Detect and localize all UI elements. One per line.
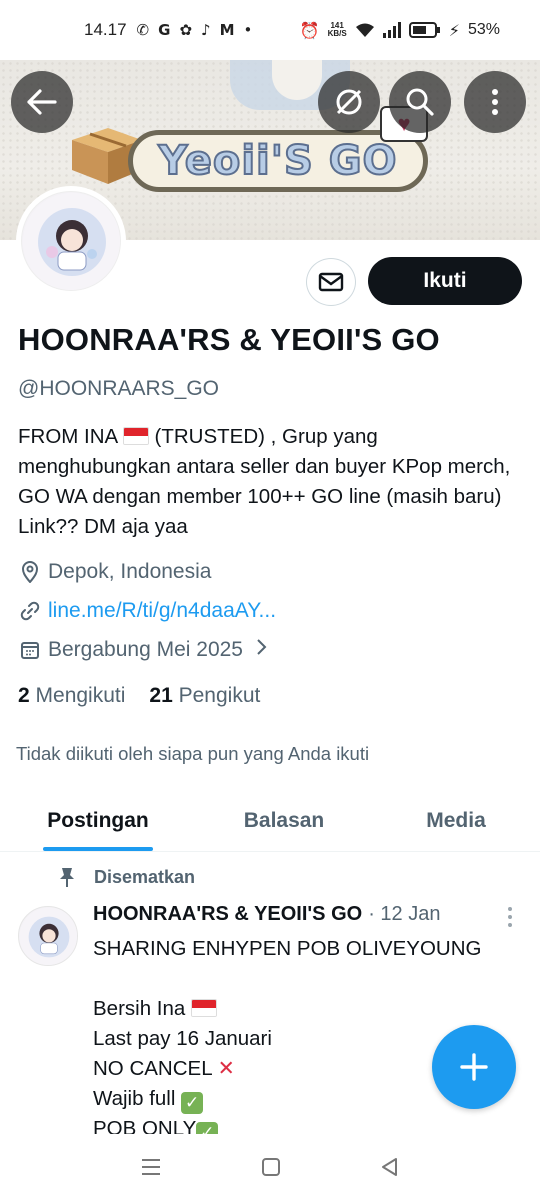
check-mark-icon: ✓ — [181, 1092, 204, 1114]
pinned-label: Disematkan — [58, 866, 195, 888]
follow-stats: 2 Mengikuti 21 Pengikut — [18, 684, 260, 708]
bio-text-1: FROM INA — [18, 425, 118, 448]
active-tab-indicator — [43, 847, 153, 851]
post-header: HOONRAA'RS & YEOII'S GO · 12 Jan — [93, 903, 440, 926]
profile-avatar[interactable] — [16, 186, 126, 296]
status-time: 14.17 — [84, 20, 127, 39]
plus-icon — [460, 1053, 488, 1081]
chevron-right-icon — [255, 638, 267, 662]
following-stat[interactable]: 2 Mengikuti — [18, 684, 125, 708]
grok-icon — [336, 89, 362, 115]
home-icon[interactable] — [261, 1157, 281, 1177]
tab-balasan[interactable]: Balasan — [196, 790, 372, 851]
more-vertical-icon — [492, 89, 498, 115]
post-more-icon[interactable] — [504, 905, 516, 929]
followers-stat[interactable]: 21 Pengikut — [149, 684, 260, 708]
tab-postingan[interactable]: Postingan — [0, 790, 196, 851]
tiktok-icon: ♪ — [201, 21, 211, 39]
back-nav-icon[interactable] — [380, 1157, 400, 1177]
message-button[interactable] — [306, 258, 356, 306]
arrow-left-icon — [27, 89, 57, 115]
avatar-image — [21, 191, 121, 291]
indonesia-flag-icon — [191, 999, 218, 1017]
search-button[interactable] — [389, 71, 451, 133]
profile-link-row: line.me/R/ti/g/n4daaAY... — [18, 599, 276, 623]
indonesia-flag-icon — [122, 427, 149, 445]
google-icon: G — [158, 21, 171, 39]
net-speed: 141 KB/S — [327, 21, 347, 38]
dot-icon: • — [243, 21, 253, 39]
charging-icon: ⚡ — [448, 20, 460, 40]
profile-location: Depok, Indonesia — [18, 560, 211, 584]
location-pin-icon — [18, 560, 42, 584]
status-bar: 14.17 ✆ G ✿ ♪ M • ⏰ 141 KB/S ⚡ 53% — [0, 0, 540, 60]
gmail-icon: M — [219, 21, 235, 39]
banner-logo-text: Yeoii'S GO — [157, 137, 398, 185]
joined-text: Bergabung Mei 2025 — [48, 638, 243, 661]
post-author-avatar[interactable] — [18, 906, 78, 966]
wifi-icon — [355, 23, 374, 37]
profile-tabs: Postingan Balasan Media — [0, 790, 540, 852]
location-text: Depok, Indonesia — [48, 560, 212, 583]
envelope-icon — [318, 272, 344, 292]
alarm-icon: ⏰ — [299, 20, 320, 40]
link-icon — [18, 599, 42, 623]
clover-icon: ✿ — [179, 21, 193, 39]
not-followed-note: Tidak diikuti oleh siapa pun yang Anda i… — [16, 743, 370, 764]
signal-icon — [382, 22, 401, 38]
grok-button[interactable] — [318, 71, 380, 133]
post-avatar-illustration — [19, 907, 77, 965]
battery-icon — [408, 22, 440, 38]
profile-link[interactable]: line.me/R/ti/g/n4daaAY... — [48, 599, 276, 623]
follow-button[interactable]: Ikuti — [368, 257, 522, 305]
cross-mark-icon: ✕ — [217, 1057, 235, 1080]
whatsapp-icon: ✆ — [136, 21, 150, 39]
search-icon — [406, 88, 434, 116]
profile-name: HOONRAA'RS & YEOII'S GO — [18, 322, 440, 357]
calendar-icon — [18, 638, 42, 662]
profile-joined[interactable]: Bergabung Mei 2025 — [18, 638, 267, 662]
back-button[interactable] — [11, 71, 73, 133]
profile-bio: FROM INA (TRUSTED) , Grup yang menghubun… — [18, 422, 518, 542]
battery-percent: 53% — [467, 21, 500, 38]
post-author-name[interactable]: HOONRAA'RS & YEOII'S GO — [93, 903, 362, 926]
more-options-button[interactable] — [464, 71, 526, 133]
post-date: · 12 Jan — [368, 903, 441, 925]
pin-icon — [60, 868, 74, 887]
system-nav-bar — [0, 1134, 540, 1199]
compose-button[interactable] — [432, 1025, 516, 1109]
avatar-illustration — [23, 193, 120, 290]
profile-handle: @HOONRAARS_GO — [18, 377, 220, 400]
tab-media[interactable]: Media — [372, 790, 540, 851]
recent-apps-icon[interactable] — [140, 1158, 162, 1176]
